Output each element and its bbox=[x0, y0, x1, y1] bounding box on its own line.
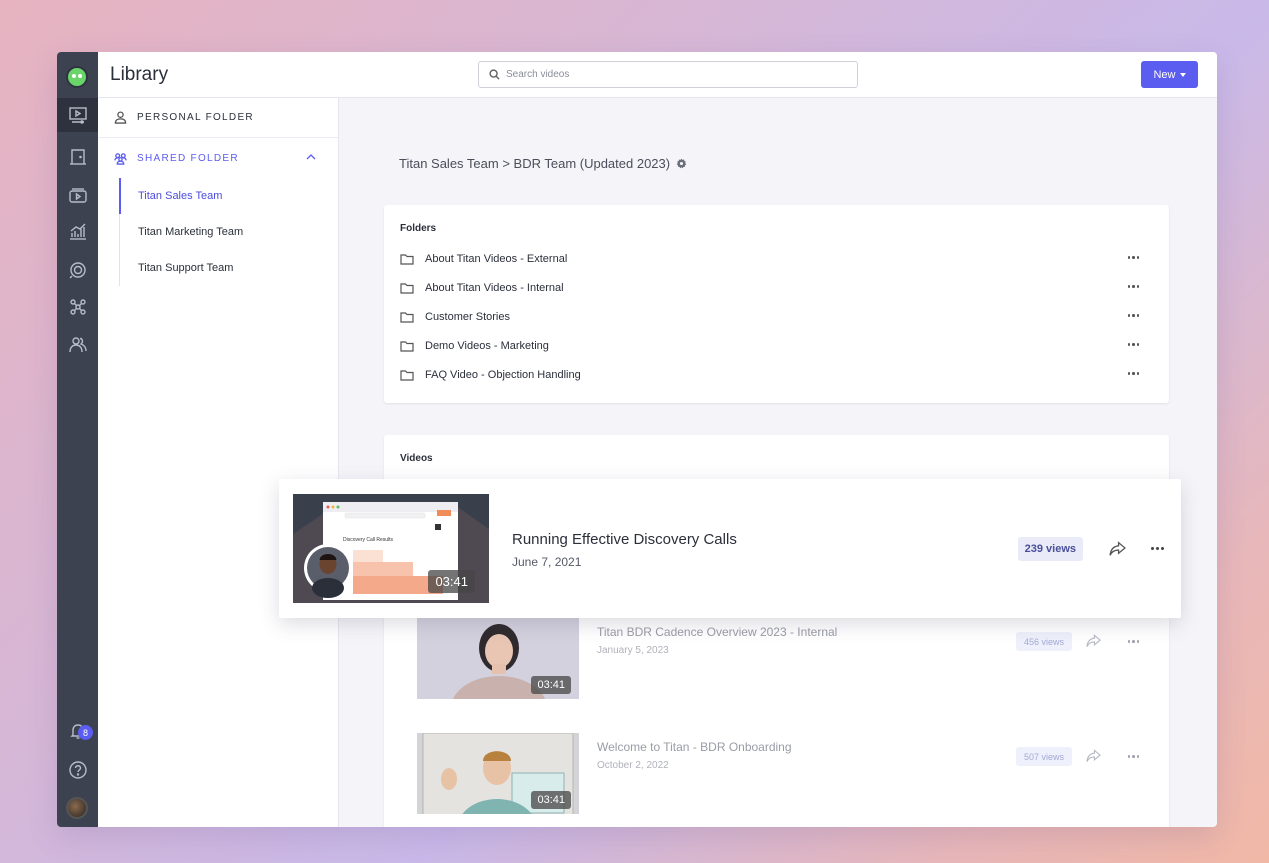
chevron-up-icon[interactable] bbox=[306, 152, 316, 162]
search-box[interactable] bbox=[478, 61, 858, 88]
video-thumbnail[interactable]: Discovery Call Results 03:41 bbox=[293, 494, 489, 603]
top-bar: Library New bbox=[98, 52, 1217, 98]
videos-heading: Videos bbox=[400, 453, 433, 464]
analytics-nav-icon[interactable] bbox=[57, 215, 98, 249]
new-button-label: New bbox=[1153, 68, 1176, 81]
folder-row[interactable]: About Titan Videos - Internal bbox=[400, 273, 1153, 302]
team-nav-icon[interactable] bbox=[57, 328, 98, 362]
thumb-heading: Discovery Call Results bbox=[343, 537, 394, 543]
person-icon bbox=[114, 111, 127, 124]
folders-card: Folders About Titan Videos - External Ab… bbox=[384, 205, 1169, 403]
group-icon bbox=[114, 152, 127, 165]
help-icon[interactable] bbox=[57, 753, 98, 787]
personal-folder-label: PERSONAL FOLDER bbox=[137, 112, 254, 123]
share-icon[interactable] bbox=[1086, 634, 1101, 648]
new-button[interactable]: New bbox=[1141, 61, 1198, 88]
app-window: 8 Library New PERSONAL FOLDER SHARED FOL… bbox=[57, 52, 1217, 827]
caret-down-icon bbox=[1179, 72, 1186, 77]
notification-badge: 8 bbox=[78, 725, 93, 740]
duration-badge: 03:41 bbox=[531, 791, 571, 809]
more-icon[interactable] bbox=[1127, 285, 1139, 288]
folder-name: Customer Stories bbox=[425, 310, 510, 323]
folder-name: About Titan Videos - External bbox=[425, 252, 568, 265]
team-folder-item[interactable]: Titan Marketing Team bbox=[120, 214, 338, 250]
folders-heading: Folders bbox=[400, 223, 437, 234]
folder-icon bbox=[400, 340, 414, 352]
video-row[interactable]: 03:41 Welcome to Titan - BDR Onboarding … bbox=[417, 733, 1169, 814]
folder-icon bbox=[400, 311, 414, 323]
icon-rail: 8 bbox=[57, 52, 98, 827]
folder-row[interactable]: Demo Videos - Marketing bbox=[400, 331, 1153, 360]
video-date: June 7, 2021 bbox=[512, 555, 582, 569]
video-date: October 2, 2022 bbox=[597, 760, 669, 771]
folder-icon bbox=[400, 253, 414, 265]
video-thumbnail[interactable]: 03:41 bbox=[417, 618, 579, 699]
breadcrumb: Titan Sales Team > BDR Team (Updated 202… bbox=[399, 156, 687, 171]
integrations-nav-icon[interactable] bbox=[57, 290, 98, 324]
folder-name: Demo Videos - Marketing bbox=[425, 339, 549, 352]
folder-row[interactable]: FAQ Video - Objection Handling bbox=[400, 360, 1153, 389]
duration-badge: 03:41 bbox=[428, 570, 475, 593]
video-row[interactable]: 03:41 Titan BDR Cadence Overview 2023 - … bbox=[417, 618, 1169, 699]
user-avatar[interactable] bbox=[66, 797, 88, 819]
folder-row[interactable]: About Titan Videos - External bbox=[400, 244, 1153, 273]
video-thumbnail[interactable]: 03:41 bbox=[417, 733, 579, 814]
views-badge: 239 views bbox=[1017, 537, 1083, 561]
personal-folder-item[interactable]: PERSONAL FOLDER bbox=[98, 98, 338, 138]
team-folder-item[interactable]: Titan Sales Team bbox=[119, 178, 338, 214]
more-icon[interactable] bbox=[1127, 256, 1139, 259]
views-badge: 456 views bbox=[1015, 632, 1072, 651]
target-nav-icon[interactable] bbox=[57, 253, 98, 287]
more-icon[interactable] bbox=[1127, 755, 1139, 758]
team-folder-item[interactable]: Titan Support Team bbox=[120, 250, 338, 286]
door-nav-icon[interactable] bbox=[57, 140, 98, 174]
more-icon[interactable] bbox=[1127, 372, 1139, 375]
shared-folder-item[interactable]: SHARED FOLDER bbox=[98, 138, 338, 178]
video-date: January 5, 2023 bbox=[597, 645, 669, 656]
video-title[interactable]: Titan BDR Cadence Overview 2023 - Intern… bbox=[597, 625, 837, 639]
folder-sidebar: PERSONAL FOLDER SHARED FOLDER Titan Sale… bbox=[98, 98, 339, 827]
more-icon[interactable] bbox=[1127, 314, 1139, 317]
search-input[interactable] bbox=[506, 69, 806, 80]
folder-icon bbox=[400, 369, 414, 381]
gear-icon[interactable] bbox=[676, 158, 687, 169]
logo-icon[interactable] bbox=[66, 66, 88, 88]
share-icon[interactable] bbox=[1109, 541, 1126, 557]
folder-row[interactable]: Customer Stories bbox=[400, 302, 1153, 331]
playlist-nav-icon[interactable] bbox=[57, 179, 98, 213]
page-title: Library bbox=[110, 64, 169, 85]
featured-video-row[interactable]: Discovery Call Results 03:41 Running Eff… bbox=[279, 479, 1181, 618]
breadcrumb-text[interactable]: Titan Sales Team > BDR Team (Updated 202… bbox=[399, 156, 670, 171]
team-folder-list: Titan Sales Team Titan Marketing Team Ti… bbox=[119, 178, 338, 286]
share-icon[interactable] bbox=[1086, 749, 1101, 763]
shared-folder-label: SHARED FOLDER bbox=[137, 152, 239, 164]
library-nav-icon[interactable] bbox=[57, 98, 98, 132]
video-title[interactable]: Running Effective Discovery Calls bbox=[512, 531, 737, 548]
folder-icon bbox=[400, 282, 414, 294]
duration-badge: 03:41 bbox=[531, 676, 571, 694]
video-title[interactable]: Welcome to Titan - BDR Onboarding bbox=[597, 740, 792, 754]
search-icon bbox=[489, 69, 500, 80]
more-icon[interactable] bbox=[1127, 640, 1139, 643]
folder-name: FAQ Video - Objection Handling bbox=[425, 368, 581, 381]
views-badge: 507 views bbox=[1015, 747, 1072, 766]
folder-name: About Titan Videos - Internal bbox=[425, 281, 564, 294]
more-icon[interactable] bbox=[1151, 547, 1164, 550]
more-icon[interactable] bbox=[1127, 343, 1139, 346]
